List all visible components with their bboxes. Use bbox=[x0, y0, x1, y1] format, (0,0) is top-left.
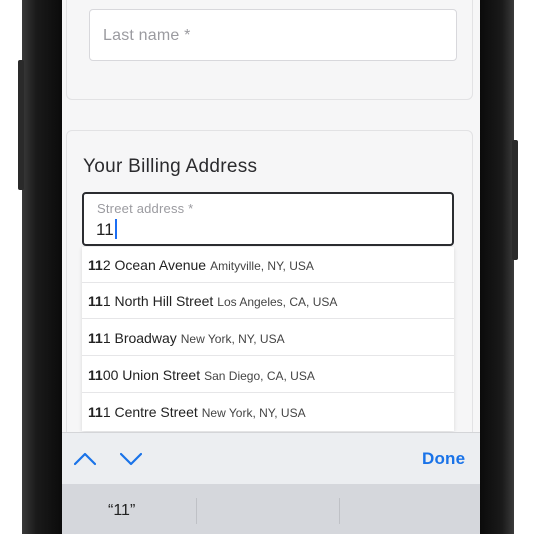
predictive-text-bar: “11” bbox=[62, 484, 480, 534]
power-button bbox=[512, 140, 518, 260]
street-address-label: Street address * bbox=[97, 201, 194, 216]
suggestion-main: 111 Centre Street New York, NY, USA bbox=[88, 404, 306, 420]
suggestion-item[interactable]: 111 Centre Street New York, NY, USA bbox=[82, 394, 454, 430]
suggestion-main: 112 Ocean Avenue Amityville, NY, USA bbox=[88, 257, 314, 273]
suggestion-secondary: Los Angeles, CA, USA bbox=[217, 295, 338, 309]
suggestion-rest: 1 Broadway bbox=[102, 330, 177, 346]
chevron-down-icon[interactable] bbox=[120, 448, 142, 470]
suggestion-rest: 1 North Hill Street bbox=[102, 293, 214, 309]
suggestion-rest: 00 Union Street bbox=[102, 367, 201, 383]
suggestion-match: 11 bbox=[88, 330, 103, 346]
chevron-up-icon[interactable] bbox=[74, 448, 96, 470]
suggestion-match: 11 bbox=[88, 293, 103, 309]
street-address-field[interactable]: Street address * 11 bbox=[82, 192, 454, 246]
billing-section-title: Your Billing Address bbox=[83, 156, 258, 177]
suggestion-item[interactable]: 1100 Union Street San Diego, CA, USA bbox=[82, 357, 454, 393]
suggestion-main: 111 North Hill Street Los Angeles, CA, US… bbox=[88, 293, 337, 309]
prediction-item[interactable]: “11” bbox=[108, 502, 135, 520]
text-caret bbox=[114, 219, 117, 239]
suggestion-main: 111 Broadway New York, NY, USA bbox=[88, 330, 285, 346]
last-name-field[interactable]: Last name * bbox=[89, 9, 457, 61]
phone-bezel-left bbox=[22, 0, 62, 534]
suggestion-secondary: San Diego, CA, USA bbox=[204, 369, 315, 383]
prediction-divider bbox=[196, 498, 197, 524]
suggestion-rest: 1 Centre Street bbox=[102, 404, 198, 420]
volume-button bbox=[18, 60, 24, 190]
keyboard-accessory-bar: Done bbox=[62, 432, 480, 485]
last-name-placeholder: Last name * bbox=[103, 27, 191, 44]
suggestion-match: 11 bbox=[88, 367, 103, 383]
suggestion-item[interactable]: 111 North Hill Street Los Angeles, CA, US… bbox=[82, 283, 454, 319]
suggestion-rest: 2 Ocean Avenue bbox=[102, 257, 207, 273]
address-suggestions: 112 Ocean Avenue Amityville, NY, USA 111 … bbox=[82, 247, 454, 431]
street-address-value[interactable]: 11 bbox=[96, 219, 117, 240]
suggestion-match: 11 bbox=[88, 404, 103, 420]
screen: Last name * Your Billing Address Street … bbox=[62, 0, 480, 534]
suggestion-item[interactable]: 112 Ocean Avenue Amityville, NY, USA bbox=[82, 247, 454, 283]
done-button[interactable]: Done bbox=[422, 449, 465, 469]
name-card: Last name * bbox=[66, 0, 473, 100]
street-address-text: 11 bbox=[96, 220, 114, 239]
phone-frame: Last name * Your Billing Address Street … bbox=[0, 0, 544, 534]
suggestion-secondary: Amityville, NY, USA bbox=[210, 259, 314, 273]
suggestion-match: 11 bbox=[88, 257, 103, 273]
suggestion-secondary: New York, NY, USA bbox=[201, 406, 306, 420]
phone-bezel-right bbox=[480, 0, 514, 534]
suggestion-main: 1100 Union Street San Diego, CA, USA bbox=[88, 367, 315, 383]
suggestion-secondary: New York, NY, USA bbox=[180, 332, 285, 346]
suggestion-item[interactable]: 111 Broadway New York, NY, USA bbox=[82, 320, 454, 356]
prediction-divider bbox=[339, 498, 340, 524]
